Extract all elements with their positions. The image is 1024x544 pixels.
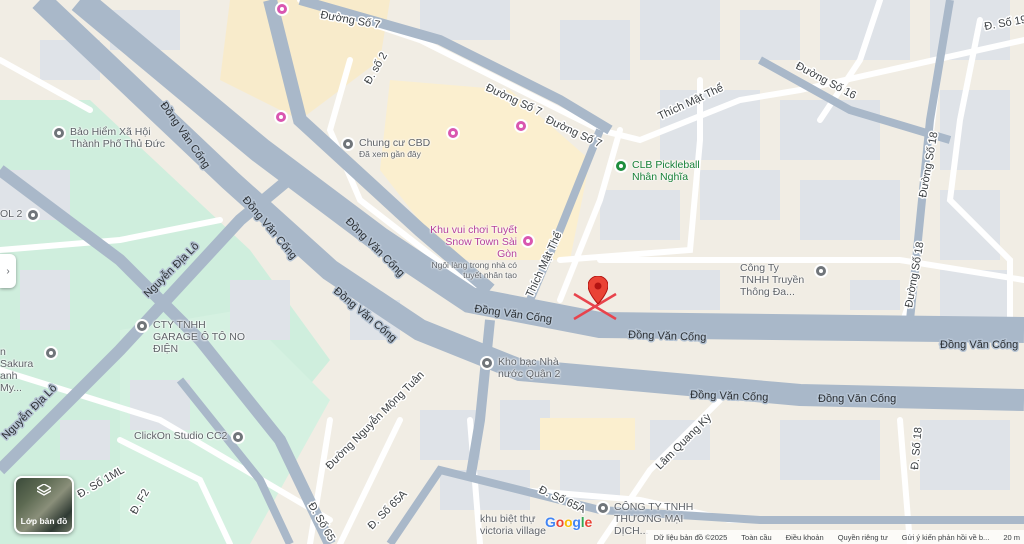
poi-bao-hiem[interactable]: Bảo Hiểm Xã Hội Thành Phố Thủ Đức bbox=[52, 126, 170, 150]
business-icon bbox=[44, 346, 58, 360]
business-icon bbox=[135, 319, 149, 333]
poi-left-edge-label: OL 2 bbox=[0, 208, 23, 220]
poi-clickon[interactable]: ClickOn Studio CC2 bbox=[134, 430, 246, 444]
amusement-park-icon bbox=[446, 126, 460, 140]
layers-button[interactable]: Lớp bản đồ bbox=[14, 476, 74, 534]
sports-icon bbox=[614, 159, 628, 173]
school-icon bbox=[26, 208, 41, 222]
map-data-credit: Dữ liệu bản đồ ©2025 bbox=[653, 532, 728, 542]
side-panel-toggle[interactable]: › bbox=[0, 254, 16, 288]
privacy-link[interactable]: Quyền riêng tư bbox=[838, 533, 888, 542]
layers-icon bbox=[37, 484, 51, 496]
poi-snow-town-label: Khu vui chơi Tuyết Snow Town Sài Gòn bbox=[430, 224, 517, 260]
poi-clickon-label: ClickOn Studio CC2 bbox=[134, 430, 228, 442]
poi-cong-ty-truyen-thong-label: Công Ty TNHH Truyền Thông Đa... bbox=[740, 262, 805, 298]
poi-cong-ty-truyen-thong[interactable]: Công Ty TNHH Truyền Thông Đa... bbox=[740, 262, 828, 298]
bank-icon bbox=[480, 356, 494, 370]
history-icon bbox=[341, 137, 355, 151]
poi-kho-bac[interactable]: Kho bạc Nhà nước Quận 2 bbox=[480, 356, 564, 380]
layers-label: Lớp bản đồ bbox=[20, 516, 68, 526]
global-link[interactable]: Toàn cầu bbox=[741, 533, 771, 542]
scale-label[interactable]: 20 m bbox=[1003, 533, 1020, 542]
poi-left-edge[interactable]: OL 2 bbox=[0, 208, 41, 222]
road-label-dong-van-cong-9: Đồng Văn Cống bbox=[818, 393, 896, 405]
logo-letter: e bbox=[584, 514, 593, 530]
location-pin-icon[interactable] bbox=[588, 276, 608, 304]
attribution-bar: Dữ liệu bản đồ ©2025 Toàn cầu Điều khoản… bbox=[645, 530, 1024, 544]
poi-garage[interactable]: CTY TNHH GARAGE Ô TÔ NO ĐIỆN bbox=[135, 319, 253, 355]
road-label-dong-van-cong-7: Đồng Văn Cống bbox=[940, 339, 1018, 351]
feedback-link[interactable]: Gửi ý kiến phản hồi về b... bbox=[902, 533, 990, 542]
business-icon bbox=[814, 264, 828, 278]
poi-chung-cu-sub: Đã xem gần đây bbox=[359, 149, 421, 159]
poi-chung-cu-label: Chung cư CBD bbox=[359, 137, 431, 149]
shopping-icon bbox=[275, 2, 289, 16]
logo-letter: g bbox=[572, 514, 581, 530]
poi-pink-marker-b[interactable] bbox=[514, 119, 528, 133]
poi-kho-bac-label: Kho bạc Nhà nước Quận 2 bbox=[498, 356, 561, 380]
business-icon bbox=[596, 501, 610, 515]
poi-pickleball-label: CLB Pickleball Nhân Nghĩa bbox=[632, 159, 700, 183]
poi-pink-marker-d[interactable] bbox=[274, 110, 288, 124]
business-icon bbox=[231, 430, 246, 444]
shopping-icon bbox=[274, 110, 288, 124]
poi-sakura[interactable]: n Sakura anh My... bbox=[0, 346, 58, 394]
government-icon bbox=[52, 126, 66, 140]
poi-sakura-label: n Sakura anh My... bbox=[0, 346, 34, 394]
poi-snow-town-sub: Ngôi làng trong nhà có tuyết nhân tạo bbox=[431, 260, 517, 280]
poi-pink-marker-a[interactable] bbox=[446, 126, 460, 140]
poi-bao-hiem-label: Bảo Hiểm Xã Hội Thành Phố Thủ Đức bbox=[70, 126, 165, 150]
amusement-park-icon bbox=[521, 234, 535, 248]
poi-pickleball[interactable]: CLB Pickleball Nhân Nghĩa bbox=[614, 159, 712, 183]
poi-chung-cu-cbd[interactable]: Chung cư CBD Đã xem gần đây bbox=[341, 137, 430, 159]
logo-letter: o bbox=[555, 514, 565, 530]
shopping-icon bbox=[514, 119, 528, 133]
terms-link[interactable]: Điều khoản bbox=[786, 533, 824, 542]
logo-letter: G bbox=[545, 514, 556, 530]
poi-snow-town[interactable]: Khu vui chơi Tuyết Snow Town Sài Gòn Ngô… bbox=[425, 224, 535, 280]
poi-pink-marker-c[interactable] bbox=[275, 2, 289, 16]
poi-garage-label: CTY TNHH GARAGE Ô TÔ NO ĐIỆN bbox=[153, 319, 245, 355]
google-logo: Google bbox=[545, 514, 592, 530]
